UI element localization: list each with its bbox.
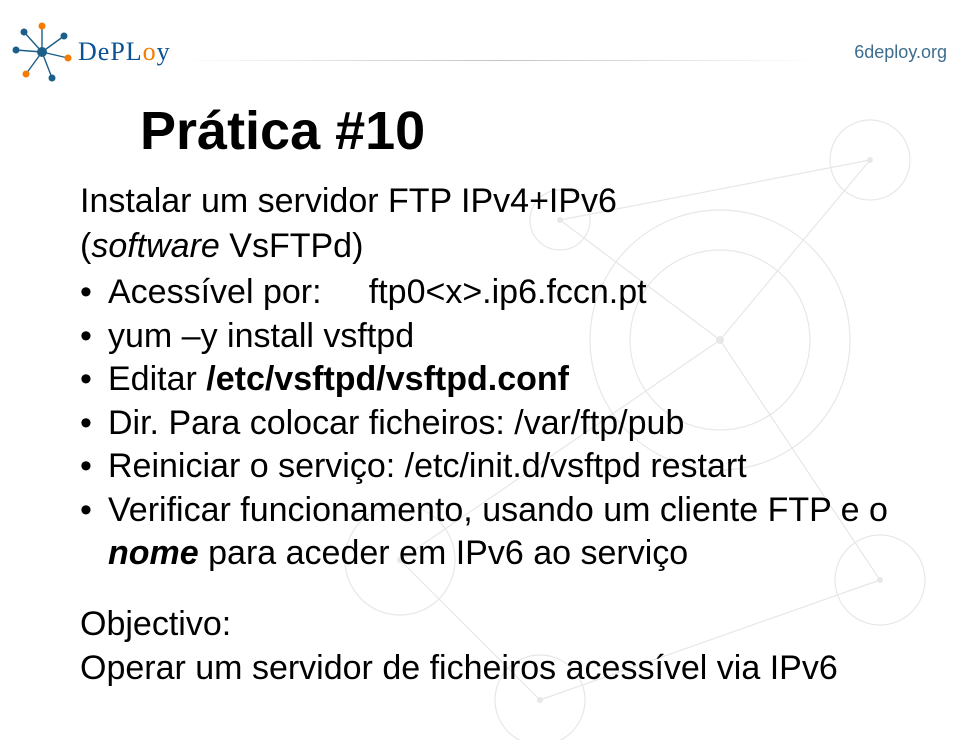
slide-subtitle-line2: (software VsFTPd)	[80, 225, 909, 268]
logo-text: DePLoy	[78, 37, 171, 67]
header: DePLoy 6deploy.org	[12, 20, 947, 84]
bullet-item: yum –y install vsftpd	[80, 315, 909, 359]
site-label: 6deploy.org	[854, 42, 947, 63]
bullet-item: Editar /etc/vsftpd/vsftpd.conf	[80, 358, 909, 402]
objective-text: Operar um servidor de ficheiros acessíve…	[80, 646, 909, 690]
bullet-item: Dir. Para colocar ficheiros: /var/ftp/pu…	[80, 402, 909, 446]
logo-star-icon	[12, 22, 72, 82]
bullet-item: Verificar funcionamento, usando um clien…	[80, 489, 909, 576]
objective-label: Objectivo:	[80, 602, 909, 646]
slide-content: Prática #10 Instalar um servidor FTP IPv…	[70, 100, 909, 720]
header-divider	[180, 60, 819, 61]
bullet-list: Acessível por: ftp0<x>.ip6.fccn.pt yum –…	[80, 271, 909, 576]
bullet-item: Acessível por: ftp0<x>.ip6.fccn.pt	[80, 271, 909, 315]
slide-title: Prática #10	[140, 100, 909, 162]
slide-subtitle-line1: Instalar um servidor FTP IPv4+IPv6	[80, 180, 909, 223]
logo-left: DePLoy	[12, 22, 171, 82]
objective-block: Objectivo: Operar um servidor de ficheir…	[80, 602, 909, 690]
bullet-item: Reiniciar o serviço: /etc/init.d/vsftpd …	[80, 445, 909, 489]
